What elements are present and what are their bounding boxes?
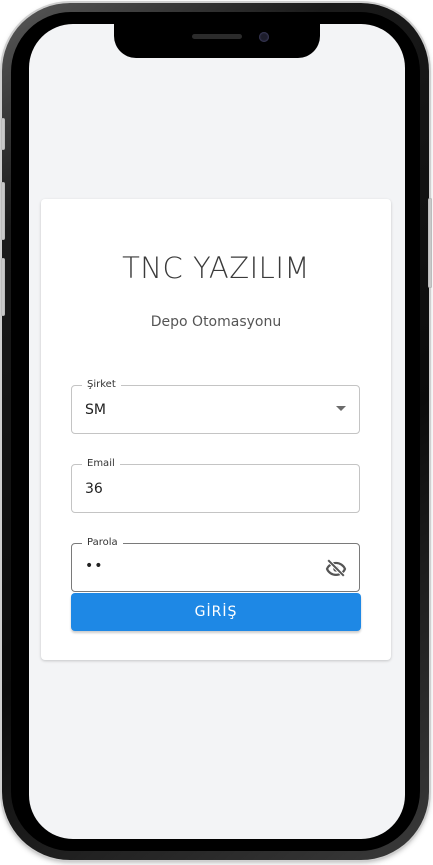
volume-up-button	[1, 182, 5, 240]
email-label: Email	[82, 457, 120, 471]
notch	[114, 24, 320, 58]
front-camera	[259, 32, 269, 42]
email-value: 36	[85, 481, 103, 497]
company-select[interactable]: Şirket SM	[71, 378, 360, 434]
eye-off-icon[interactable]	[325, 557, 347, 579]
password-field[interactable]: Parola ••	[71, 536, 360, 592]
power-button	[428, 198, 432, 288]
phone-screen: TNC YAZILIM Depo Otomasyonu Şirket SM Em…	[29, 24, 405, 839]
password-value: ••	[85, 558, 104, 574]
company-value: SM	[85, 402, 106, 418]
volume-down-button	[1, 258, 5, 316]
app-subtitle: Depo Otomasyonu	[150, 314, 282, 330]
email-field[interactable]: Email 36	[71, 457, 360, 513]
password-label: Parola	[82, 536, 123, 550]
company-label: Şirket	[82, 378, 121, 392]
login-button[interactable]: GİRİŞ	[71, 593, 361, 631]
silent-switch	[1, 118, 5, 150]
login-card: TNC YAZILIM Depo Otomasyonu Şirket SM Em…	[41, 199, 391, 660]
speaker-grille	[192, 34, 242, 39]
chevron-down-icon[interactable]	[336, 406, 346, 411]
app-title: TNC YAZILIM	[122, 251, 310, 285]
